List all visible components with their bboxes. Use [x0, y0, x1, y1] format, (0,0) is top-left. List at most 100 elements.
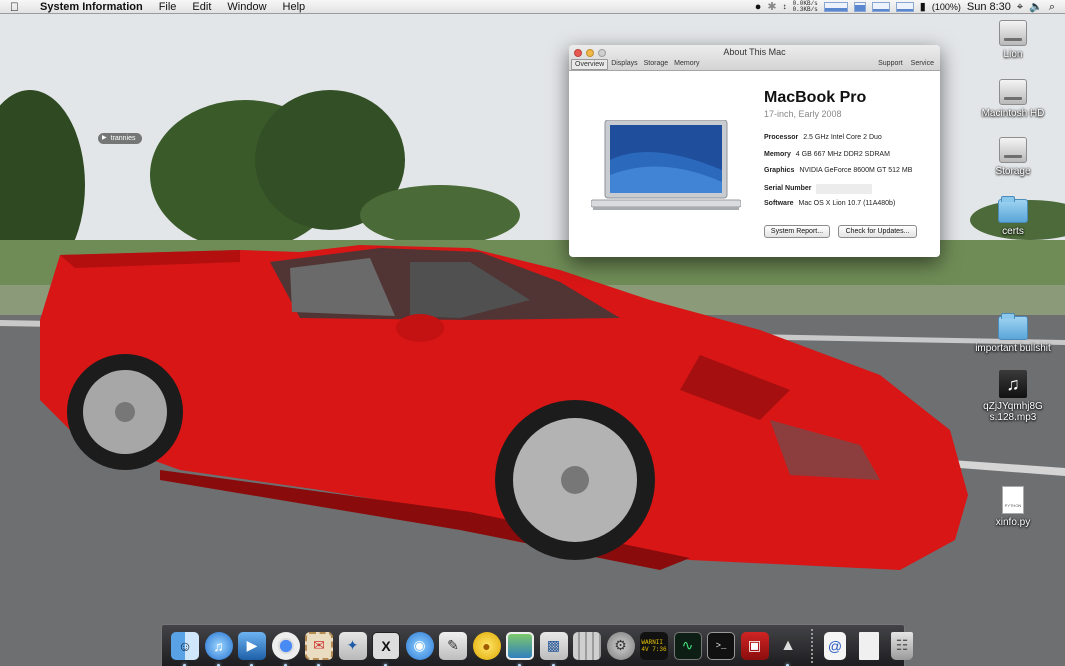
desktop-icon-xinfo-py[interactable]: PYTHON xinfo.py: [968, 486, 1058, 528]
spec-software: Software Mac OS X Lion 10.7 (11A480b): [764, 200, 912, 217]
desktop-stack-label[interactable]: ▶ trannies: [98, 133, 142, 144]
window-titlebar[interactable]: About This Mac Overview Displays Storage…: [569, 45, 940, 71]
dock-item-x11[interactable]: X: [371, 630, 401, 666]
desktop-icon-macintosh-hd[interactable]: Macintosh HD: [968, 79, 1058, 119]
desktop-icon-storage[interactable]: Storage: [968, 137, 1058, 177]
menu-bar:  System Information File Edit Window He…: [0, 0, 1065, 14]
desktop-icon-label: Storage: [995, 166, 1031, 177]
dock-item-adium[interactable]: ●: [472, 630, 502, 662]
desktop-icon-lion[interactable]: Lion: [968, 20, 1058, 60]
wifi-icon[interactable]: ⌖: [1017, 0, 1023, 14]
menu-edit[interactable]: Edit: [184, 0, 219, 14]
computer-icon: ▩: [539, 631, 568, 660]
dock-item-chrome[interactable]: [271, 630, 301, 666]
spec-label: Graphics: [764, 167, 795, 174]
disk-graph-icon[interactable]: [871, 2, 890, 12]
dock-item-activity-monitor[interactable]: ∿: [673, 630, 703, 662]
memory-graph-icon[interactable]: [853, 2, 866, 12]
dock-item-facetime[interactable]: ◉: [405, 630, 435, 662]
spec-value: Mac OS X Lion 10.7 (11A480b): [798, 200, 896, 207]
dock-item-terminal[interactable]: >_: [706, 630, 736, 662]
activity-monitor-icon: ∿: [673, 631, 702, 660]
dock-item-alfred[interactable]: ▲: [773, 630, 803, 666]
net-up-rate: 0.3KB/s: [792, 6, 818, 13]
spec-processor: Processor 2.5 GHz Intel Core 2 Duo: [764, 134, 912, 151]
music-note-icon: ♫: [999, 370, 1027, 398]
calculator-icon: [573, 631, 601, 660]
network-arrows-icon: ↕: [782, 2, 787, 11]
network-meter[interactable]: 0.0KB/s 0.3KB/s: [793, 1, 818, 13]
hard-drive-icon: [999, 20, 1027, 46]
menu-status-area: ● ✱ ↕ 0.0KB/s 0.3KB/s ▮ (100%) Sun 8:30 …: [755, 0, 1065, 14]
menu-window[interactable]: Window: [219, 0, 274, 14]
python-file-icon: PYTHON: [1002, 486, 1024, 514]
desktop-icon-label: qZjJYqmhj8Gs.128.mp3: [983, 401, 1043, 423]
system-report-button[interactable]: System Report...: [764, 225, 830, 238]
dock-item-console[interactable]: WARNII 4V 7:36: [639, 630, 669, 662]
cpu-graph-icon[interactable]: [823, 2, 848, 12]
window-tabs: Overview Displays Storage Memory: [571, 59, 702, 70]
dock-item-system-preferences[interactable]: ⚙: [606, 630, 636, 662]
quicktime-icon: ▶: [238, 631, 266, 660]
spec-value: 2.5 GHz Intel Core 2 Duo: [803, 134, 882, 141]
mail-stamp-icon: ✉: [305, 631, 333, 660]
dock-item-sparrow[interactable]: ✦: [338, 630, 368, 662]
spec-memory: Memory 4 GB 667 MHz DDR2 SDRAM: [764, 151, 912, 168]
check-for-updates-button[interactable]: Check for Updates...: [838, 225, 917, 238]
macbook-pro-icon: [591, 120, 741, 210]
support-link[interactable]: Support: [878, 60, 903, 67]
spec-graphics: Graphics NVIDIA GeForce 8600M GT 512 MB: [764, 167, 912, 184]
dock-item-url-document[interactable]: @: [820, 630, 850, 662]
growl-icon[interactable]: ●: [755, 0, 762, 14]
hard-drive-icon: [999, 137, 1027, 163]
console-icon: WARNII 4V 7:36: [640, 631, 668, 660]
spec-label: Memory: [764, 150, 791, 158]
tab-memory[interactable]: Memory: [671, 59, 702, 70]
desktop-icon-label: xinfo.py: [995, 517, 1031, 528]
service-link[interactable]: Service: [911, 60, 934, 67]
script-editor-icon: ✎: [439, 631, 467, 660]
dock-item-finder[interactable]: ☺: [170, 630, 200, 666]
x11-icon: X: [372, 631, 400, 660]
chrome-icon: [271, 631, 300, 660]
tab-overview[interactable]: Overview: [571, 59, 609, 70]
tab-storage[interactable]: Storage: [641, 59, 672, 70]
dock-item-quicktime[interactable]: ▶: [237, 630, 267, 666]
dock-item-photo-booth[interactable]: ▣: [740, 630, 770, 662]
apple-icon[interactable]: : [10, 0, 28, 14]
dock-item-trash[interactable]: ☷: [887, 630, 917, 662]
photos-icon: [506, 631, 534, 660]
desktop-icon-label: Macintosh HD: [981, 108, 1045, 119]
spec-label: Processor: [764, 134, 799, 141]
tab-displays[interactable]: Displays: [608, 59, 640, 70]
desktop-icon-label: important bullshit: [975, 343, 1051, 354]
dock-item-documents[interactable]: [854, 630, 884, 662]
trash-icon: ☷: [891, 631, 913, 660]
duck-icon: ●: [472, 631, 501, 660]
spec-value: NVIDIA GeForce 8600M GT 512 MB: [799, 167, 913, 174]
activity-graph-icon[interactable]: [895, 2, 914, 12]
menu-clock[interactable]: Sun 8:30: [967, 1, 1011, 13]
dock-item-itunes[interactable]: ♫: [204, 630, 234, 666]
battery-percent[interactable]: (100%): [932, 2, 961, 12]
bluetooth-icon[interactable]: ✱: [767, 0, 776, 14]
desktop-icon-mp3[interactable]: ♫ qZjJYqmhj8Gs.128.mp3: [968, 370, 1058, 423]
at-document-icon: @: [824, 631, 846, 660]
dock-item-calculator[interactable]: [572, 630, 602, 662]
about-this-mac-window: About This Mac Overview Displays Storage…: [569, 45, 940, 257]
dock-item-preview[interactable]: [505, 630, 535, 666]
desktop-icon-certs[interactable]: certs: [968, 196, 1058, 237]
menu-app-name[interactable]: System Information: [34, 0, 151, 14]
desktop-icon-label: Lion: [1003, 49, 1023, 60]
dock-item-script-editor[interactable]: ✎: [438, 630, 468, 662]
dock-item-system-info[interactable]: ▩: [539, 630, 569, 666]
dock-item-mail[interactable]: ✉: [304, 630, 334, 666]
spotlight-search-icon[interactable]: ⌕: [1049, 0, 1055, 14]
menu-help[interactable]: Help: [275, 0, 314, 14]
gear-icon: ⚙: [606, 631, 635, 660]
menu-file[interactable]: File: [151, 0, 185, 14]
volume-icon[interactable]: 🔈: [1029, 0, 1043, 14]
battery-icon[interactable]: ▮: [920, 0, 926, 14]
terminal-icon: >_: [707, 631, 735, 660]
desktop-icon-important[interactable]: important bullshit: [968, 313, 1058, 354]
